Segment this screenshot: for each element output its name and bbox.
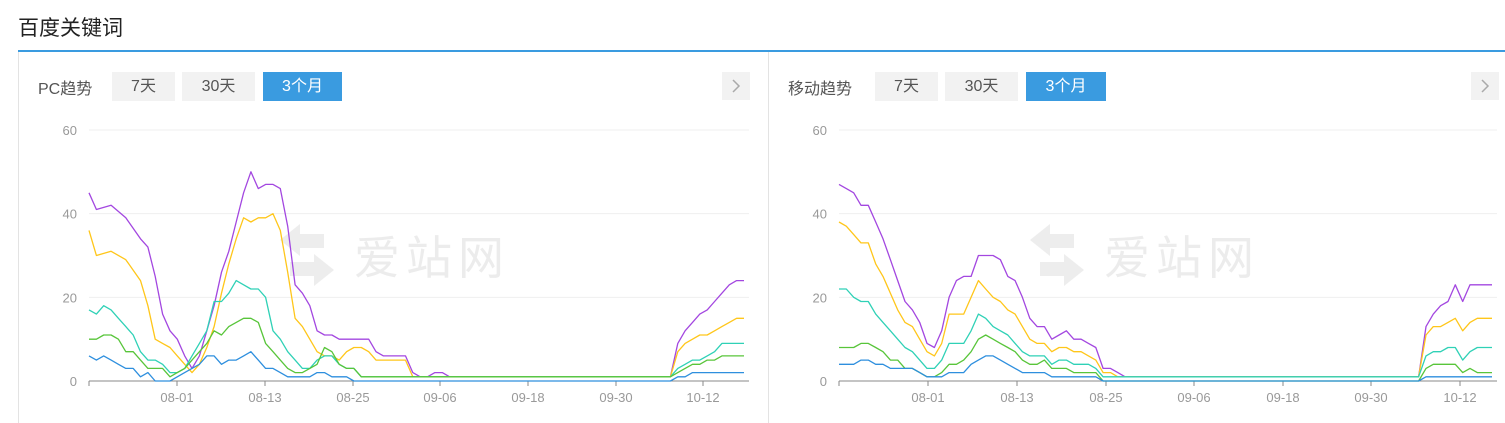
y-tick-label: 20	[813, 290, 827, 305]
y-tick-label: 0	[820, 374, 827, 389]
page-title: 百度关键词	[18, 17, 123, 40]
x-tick-label: 08-25	[1089, 390, 1122, 405]
pc-trend-panel: PC趋势 7天 30天 3个月 爱站网 0 20 40 60 08-01 08-13 08-…	[18, 52, 769, 423]
y-tick-label: 40	[813, 207, 827, 222]
x-tick-label: 08-01	[160, 390, 193, 405]
y-tick-label: 60	[63, 123, 77, 138]
x-tick-label: 10-12	[686, 390, 719, 405]
mobile-trend-panel: 移动趋势 7天 30天 3个月 爱站网 0 20 40 60 08-01 08-13 08-…	[768, 52, 1505, 423]
x-tick-label: 09-30	[599, 390, 632, 405]
y-tick-label: 0	[70, 374, 77, 389]
x-tick-label: 08-13	[248, 390, 281, 405]
x-tick-label: 08-13	[1000, 390, 1033, 405]
y-tick-label: 60	[813, 123, 827, 138]
x-tick-label: 08-25	[336, 390, 369, 405]
series-line-2	[838, 221, 1492, 378]
x-tick-label: 10-12	[1443, 390, 1476, 405]
x-tick-label: 09-06	[423, 390, 456, 405]
x-tick-label: 09-18	[1266, 390, 1299, 405]
mobile-trend-chart: 0 20 40 60 08-01 08-13 08-25 09-06 09-18 09-30 10-…	[813, 123, 1497, 405]
series-line-3	[839, 288, 1492, 378]
series-line-3	[88, 279, 744, 378]
x-tick-label: 09-30	[1354, 390, 1387, 405]
pc-trend-chart: 0 20 40 60 08-01 08-13 08-25 09-06 09-18 09-30 10-…	[63, 123, 749, 405]
x-tick-label: 09-18	[511, 390, 544, 405]
y-tick-label: 20	[63, 290, 77, 305]
series-line-1	[88, 171, 744, 378]
y-tick-label: 40	[63, 207, 77, 222]
x-tick-label: 09-06	[1177, 390, 1210, 405]
series-line-2	[88, 213, 744, 378]
x-tick-label: 08-01	[911, 390, 944, 405]
